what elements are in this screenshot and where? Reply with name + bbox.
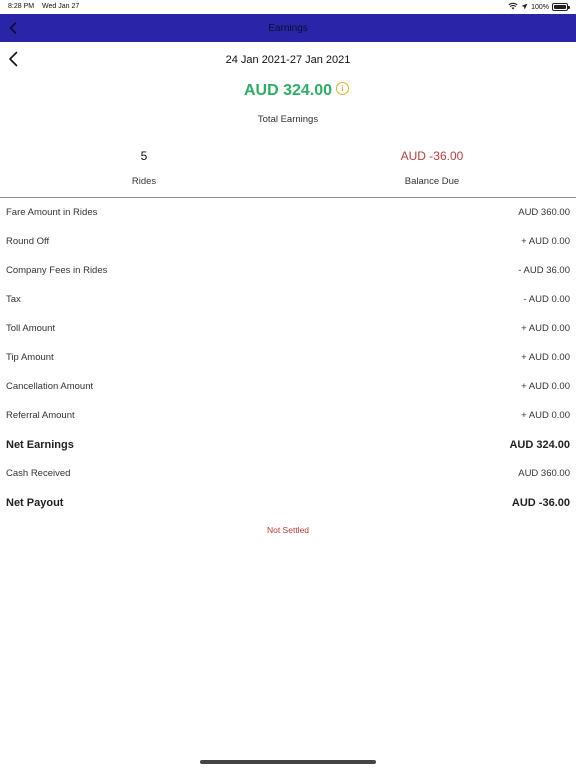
breakdown-row-cash-received: Cash Received AUD 360.00 <box>0 459 576 488</box>
row-value: - AUD 0.00 <box>523 294 570 305</box>
row-value: AUD 360.00 <box>518 468 570 479</box>
home-indicator[interactable] <box>200 760 376 764</box>
row-label: Net Earnings <box>6 438 74 451</box>
rides-label: Rides <box>131 176 157 187</box>
breakdown-row-toll: Toll Amount + AUD 0.00 <box>0 314 576 343</box>
earnings-screen: 8:28 PM Wed Jan 27 100% Earnings 24 Jan … <box>0 0 576 768</box>
row-value: + AUD 0.00 <box>521 323 570 334</box>
settlement-status: Not Settled <box>266 525 310 535</box>
balance-due-amount: AUD -36.00 <box>400 149 464 163</box>
row-value: + AUD 0.00 <box>521 410 570 421</box>
breakdown-row-company-fees: Company Fees in Rides - AUD 36.00 <box>0 256 576 285</box>
status-bar: 8:28 PM Wed Jan 27 100% <box>0 0 576 14</box>
row-value: + AUD 0.00 <box>521 381 570 392</box>
info-icon[interactable]: i <box>336 82 349 95</box>
status-indicators: 100% <box>508 2 570 12</box>
balance-due-label: Balance Due <box>404 176 460 187</box>
row-label: Fare Amount in Rides <box>6 207 98 218</box>
total-earnings-label: Total Earnings <box>257 114 319 125</box>
location-arrow-icon <box>521 3 528 12</box>
row-value: AUD -36.00 <box>511 496 570 509</box>
breakdown-row-net-earnings: Net Earnings AUD 324.00 <box>0 430 576 459</box>
breakdown-row-net-payout: Net Payout AUD -36.00 <box>0 488 576 517</box>
status-date: Wed Jan 27 <box>42 3 80 10</box>
date-range-header: 24 Jan 2021-27 Jan 2021 <box>0 44 576 74</box>
breakdown-row-cancellation: Cancellation Amount + AUD 0.00 <box>0 372 576 401</box>
row-label: Tip Amount <box>6 352 54 363</box>
row-value: AUD 360.00 <box>518 207 570 218</box>
chevron-left-icon <box>9 22 17 34</box>
row-label: Toll Amount <box>6 323 56 334</box>
nav-title: Earnings <box>268 22 308 34</box>
nav-back-button[interactable] <box>6 19 20 37</box>
row-label: Referral Amount <box>6 410 75 421</box>
row-value: + AUD 0.00 <box>521 352 570 363</box>
wifi-icon <box>508 2 518 12</box>
total-earnings-amount: AUD 324.00 <box>243 82 333 99</box>
rides-count: 5 <box>140 149 148 163</box>
row-value: + AUD 0.00 <box>521 236 570 247</box>
row-label: Round Off <box>6 236 50 247</box>
navigation-bar: Earnings <box>0 14 576 42</box>
row-label: Tax <box>6 294 21 305</box>
breakdown-row-round-off: Round Off + AUD 0.00 <box>0 227 576 256</box>
row-label: Cancellation Amount <box>6 381 94 392</box>
breakdown-row-referral: Referral Amount + AUD 0.00 <box>0 401 576 430</box>
breakdown-row-tip: Tip Amount + AUD 0.00 <box>0 343 576 372</box>
row-label: Net Payout <box>6 496 64 509</box>
status-time: 8:28 PM <box>8 3 35 10</box>
breakdown-row-fare: Fare Amount in Rides AUD 360.00 <box>0 198 576 227</box>
battery-icon <box>552 3 570 11</box>
row-value: AUD 324.00 <box>509 438 570 451</box>
balance-due-stat: AUD -36.00 Balance Due <box>288 149 576 187</box>
row-label: Cash Received <box>6 468 71 479</box>
row-value: - AUD 36.00 <box>518 265 570 276</box>
breakdown-row-tax: Tax - AUD 0.00 <box>0 285 576 314</box>
date-range-text: 24 Jan 2021-27 Jan 2021 <box>225 54 351 66</box>
battery-percent: 100% <box>531 3 549 11</box>
rides-stat: 5 Rides <box>0 149 288 187</box>
row-label: Company Fees in Rides <box>6 265 108 276</box>
earnings-breakdown-list: Fare Amount in Rides AUD 360.00 Round Of… <box>0 198 576 517</box>
